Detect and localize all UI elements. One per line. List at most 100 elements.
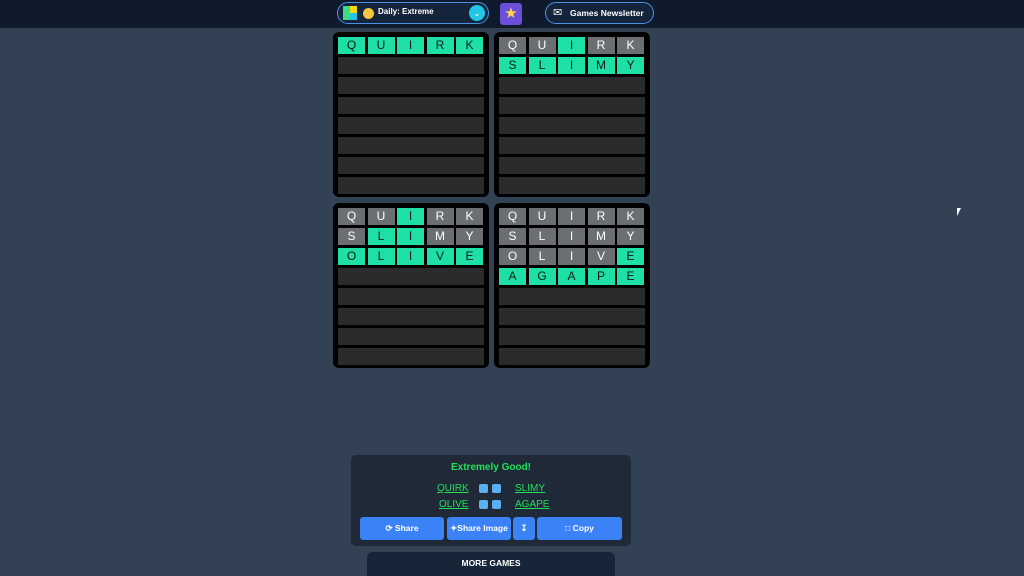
empty-row bbox=[338, 288, 484, 305]
mouse-cursor-icon bbox=[957, 208, 961, 216]
letter-tile: R bbox=[426, 208, 454, 225]
letter-tile: K bbox=[456, 37, 483, 54]
letter-tile: I bbox=[558, 208, 585, 225]
letter-tile: E bbox=[617, 268, 644, 285]
letter-tile: Q bbox=[499, 37, 526, 54]
guess-row: QUIRK bbox=[499, 208, 645, 225]
share-button[interactable]: ⟳ Share bbox=[360, 517, 444, 540]
letter-tile: O bbox=[499, 248, 526, 265]
empty-row-cell bbox=[499, 348, 645, 365]
letter-tile: M bbox=[587, 228, 615, 245]
empty-row bbox=[499, 157, 645, 174]
empty-row-cell bbox=[499, 157, 645, 174]
board-result-icon bbox=[479, 484, 488, 493]
empty-row bbox=[499, 328, 645, 345]
empty-row-cell bbox=[338, 348, 484, 365]
letter-tile: I bbox=[397, 208, 424, 225]
empty-row bbox=[338, 308, 484, 325]
letter-tile: K bbox=[617, 208, 644, 225]
letter-tile: V bbox=[587, 248, 615, 265]
empty-row bbox=[338, 77, 484, 94]
empty-row bbox=[499, 308, 645, 325]
letter-tile: U bbox=[528, 208, 556, 225]
quordle-logo-icon bbox=[343, 6, 357, 20]
letter-tile: I bbox=[397, 37, 424, 54]
letter-tile: S bbox=[499, 228, 526, 245]
letter-tile: L bbox=[528, 57, 556, 74]
empty-row bbox=[499, 288, 645, 305]
letter-tile: I bbox=[558, 228, 585, 245]
star-icon[interactable]: ★ bbox=[500, 3, 522, 25]
answer-link-olive[interactable]: OLIVE bbox=[439, 499, 468, 510]
letter-tile: I bbox=[397, 228, 424, 245]
empty-row bbox=[338, 137, 484, 154]
guess-row: SLIMY bbox=[338, 228, 484, 245]
letter-tile: R bbox=[587, 37, 615, 54]
empty-row-cell bbox=[499, 328, 645, 345]
empty-row-cell bbox=[338, 117, 484, 134]
answer-link-agape[interactable]: AGAPE bbox=[515, 499, 549, 510]
letter-tile: L bbox=[367, 248, 395, 265]
guess-row: AGAPE bbox=[499, 268, 645, 285]
letter-tile: A bbox=[558, 268, 585, 285]
answer-link-quirk[interactable]: QUIRK bbox=[437, 483, 469, 494]
empty-row-cell bbox=[499, 97, 645, 114]
empty-row bbox=[338, 157, 484, 174]
answer-link-slimy[interactable]: SLIMY bbox=[515, 483, 545, 494]
letter-tile: U bbox=[367, 37, 395, 54]
letter-tile: Q bbox=[338, 208, 365, 225]
empty-row bbox=[499, 97, 645, 114]
empty-row-cell bbox=[338, 137, 484, 154]
empty-row-cell bbox=[338, 97, 484, 114]
daily-mode-selector[interactable]: Daily: Extreme ⌄ bbox=[337, 2, 489, 24]
empty-row-cell bbox=[499, 177, 645, 194]
share-image-label: Share Image bbox=[457, 523, 508, 533]
chevron-down-icon[interactable]: ⌄ bbox=[469, 5, 485, 21]
empty-row bbox=[499, 137, 645, 154]
guess-row: QUIRK bbox=[338, 208, 484, 225]
empty-row-cell bbox=[338, 177, 484, 194]
top-bar: Daily: Extreme ⌄ ★ ✉ Games Newsletter bbox=[0, 0, 1024, 28]
games-newsletter-button[interactable]: ✉ Games Newsletter bbox=[545, 2, 654, 24]
letter-tile: V bbox=[426, 248, 454, 265]
empty-row-cell bbox=[338, 77, 484, 94]
letter-tile: O bbox=[338, 248, 365, 265]
copy-button[interactable]: □ Copy bbox=[537, 517, 622, 540]
letter-tile: Y bbox=[617, 228, 644, 245]
empty-row-cell bbox=[499, 137, 645, 154]
letter-tile: U bbox=[367, 208, 395, 225]
empty-row-cell bbox=[499, 117, 645, 134]
share-image-button[interactable]: ✦Share Image bbox=[447, 517, 511, 540]
guess-row: QUIRK bbox=[499, 37, 645, 54]
letter-tile: A bbox=[499, 268, 526, 285]
download-button[interactable]: ↧ bbox=[513, 517, 535, 540]
board-top-left: QUIRK bbox=[333, 32, 489, 197]
letter-tile: G bbox=[528, 268, 556, 285]
guess-row: OLIVE bbox=[338, 248, 484, 265]
letter-tile: I bbox=[558, 248, 585, 265]
download-icon: ↧ bbox=[520, 523, 528, 533]
board-result-icon bbox=[492, 484, 501, 493]
board-bottom-left: QUIRKSLIMYOLIVE bbox=[333, 203, 489, 368]
share-label: Share bbox=[394, 523, 419, 533]
letter-tile: P bbox=[587, 268, 615, 285]
letter-tile: L bbox=[528, 248, 556, 265]
letter-tile: R bbox=[426, 37, 454, 54]
letter-tile: I bbox=[397, 248, 424, 265]
empty-row bbox=[338, 57, 484, 74]
letter-tile: I bbox=[558, 57, 585, 74]
letter-tile: M bbox=[426, 228, 454, 245]
letter-tile: L bbox=[367, 228, 395, 245]
guess-row: SLIMY bbox=[499, 57, 645, 74]
empty-row-cell bbox=[338, 288, 484, 305]
empty-row bbox=[499, 77, 645, 94]
letter-tile: E bbox=[456, 248, 483, 265]
guess-row: SLIMY bbox=[499, 228, 645, 245]
board-top-right: QUIRK SLIMY bbox=[494, 32, 650, 197]
empty-row bbox=[338, 328, 484, 345]
newsletter-label: Games Newsletter bbox=[570, 8, 644, 18]
empty-row bbox=[499, 177, 645, 194]
clipboard-icon: □ bbox=[565, 523, 571, 533]
letter-tile: Q bbox=[499, 208, 526, 225]
letter-tile: K bbox=[456, 208, 483, 225]
